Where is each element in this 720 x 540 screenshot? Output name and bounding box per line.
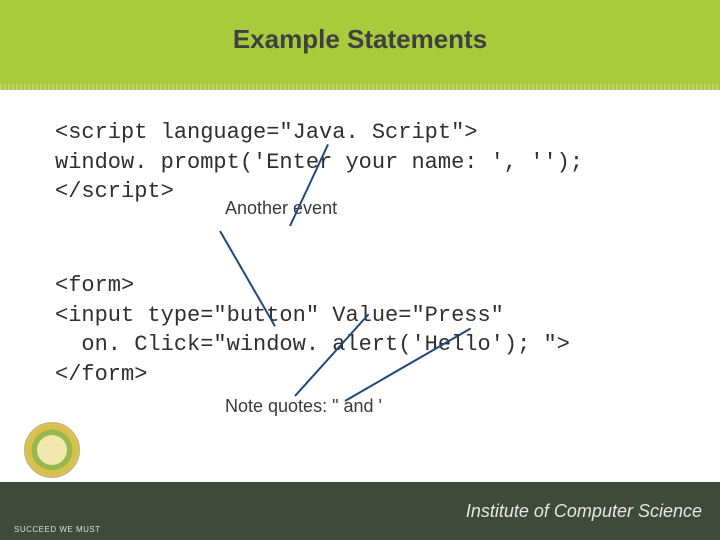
footer-bar: SUCCEED WE MUST Institute of Computer Sc… [0, 482, 720, 540]
code-line-7: </form> [55, 360, 675, 390]
code-line-2: window. prompt('Enter your name: ', ''); [55, 148, 675, 178]
code-line-1: <script language="Java. Script"> [55, 118, 675, 148]
code-line-4: <form> [55, 271, 675, 301]
annotation-note-quotes: Note quotes: " and ' [225, 396, 382, 417]
slide-title: Example Statements [0, 24, 720, 55]
content-area: <script language="Java. Script"> window.… [55, 118, 675, 390]
code-line-3: </script> [55, 177, 675, 207]
university-seal-icon [24, 422, 80, 478]
annotation-another-event: Another event [225, 198, 337, 219]
code-line-6: on. Click="window. alert('Hello'); "> [55, 330, 675, 360]
footer-institute: Institute of Computer Science [466, 501, 702, 522]
footer-motto: SUCCEED WE MUST [14, 525, 101, 534]
